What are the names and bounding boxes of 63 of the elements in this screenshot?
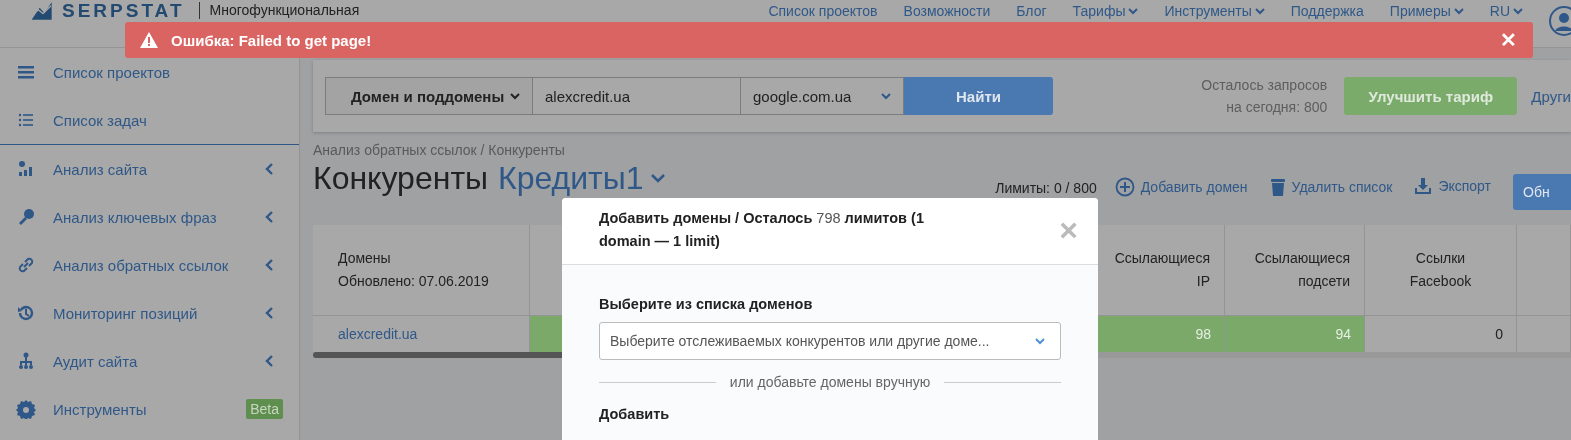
table-cell: 94 (1225, 315, 1365, 352)
nav-link[interactable]: Тарифы (1072, 3, 1139, 19)
updated-date: Обновлено: 07.06.2019 (338, 272, 490, 291)
sidebar-item[interactable]: Список проектов (0, 48, 299, 96)
sidebar-item[interactable]: Анализ ключевых фраз (0, 193, 299, 241)
refresh-button[interactable]: Обн (1513, 174, 1571, 210)
error-message: Ошибка: Failed to get page! (171, 31, 373, 49)
nav-link[interactable]: Примеры (1389, 3, 1464, 19)
engine-dropdown[interactable]: google.com.ua (741, 77, 904, 115)
domain-select[interactable]: Выберите отслеживаемых конкурентов или другие доме... (599, 322, 1061, 360)
caret-icon (881, 92, 891, 100)
action-link[interactable]: Экспорт (1414, 177, 1491, 195)
caret-icon (649, 173, 666, 183)
sidebar-item[interactable]: Анализ обратных ссылок (0, 241, 299, 289)
warning-icon (139, 31, 159, 49)
separator-text: или добавьте домены вручную (729, 374, 931, 390)
field-label: Выберите из списка доменов (599, 296, 814, 312)
sidebar-item[interactable]: Анализ сайта (0, 145, 299, 193)
add-icon (1114, 177, 1135, 197)
limits-text: Лимиты: 0 / 800 (995, 180, 1097, 196)
upgrade-button[interactable]: Улучшить тариф (1344, 77, 1518, 115)
close-button[interactable]: × (1059, 214, 1078, 246)
table-cell: 98 (1098, 315, 1225, 352)
close-button[interactable]: ✕ (1500, 28, 1517, 52)
trash-icon (1269, 177, 1286, 197)
action-link[interactable]: Добавить домен (1114, 177, 1248, 197)
sidebar-item[interactable]: Список задач (0, 96, 299, 144)
settings-icon (16, 399, 36, 419)
page-title: Конкуренты (313, 160, 489, 196)
column-header: Ссылки Facebook (1408, 249, 1473, 291)
sitemap-icon (16, 351, 36, 371)
column-header: Домены (338, 249, 392, 268)
download-icon (1414, 177, 1433, 195)
domain-link[interactable]: alexcredit.ua (338, 326, 418, 342)
avatar-icon[interactable] (1549, 6, 1571, 36)
nav-link[interactable]: RU (1489, 3, 1523, 19)
field-label: Добавить (599, 406, 671, 422)
quota-text: Осталось запросов на сегодня: 800 (1201, 76, 1328, 117)
nav-link[interactable]: Инструменты (1164, 3, 1265, 19)
nav-link[interactable]: Поддержка (1290, 3, 1364, 19)
search-button[interactable]: Найти (904, 77, 1053, 115)
action-link[interactable]: Удалить список (1269, 177, 1393, 197)
nav-link[interactable]: Возможности (903, 3, 991, 19)
caret-icon (1035, 337, 1045, 345)
domain-input[interactable]: alexcredit.ua (533, 77, 741, 115)
breadcrumb: Анализ обратных ссылок / Конкуренты (313, 142, 566, 160)
nav-link[interactable]: Блог (1016, 3, 1047, 19)
sidebar-item[interactable]: Инструменты Beta (0, 385, 299, 433)
list-dropdown[interactable]: Кредиты1 (498, 160, 666, 196)
tagline: Многофункциональная (198, 2, 360, 19)
beta-badge: Beta (246, 399, 283, 419)
column-header: Ссылающиеся IP (1113, 249, 1210, 291)
scope-dropdown[interactable]: Домен и поддомены (325, 77, 533, 115)
sidebar-item[interactable]: Мониторинг позиций (0, 289, 299, 337)
history-icon (16, 303, 36, 323)
logo-text[interactable]: SERPSTAT (62, 1, 185, 21)
caret-icon (510, 92, 520, 100)
column-header: Ссылающиеся подсети (1253, 249, 1350, 291)
more-link[interactable]: Други (1531, 87, 1571, 105)
link-icon (16, 255, 36, 275)
sidebar-item[interactable]: Аудит сайта (0, 337, 299, 385)
nav-link[interactable]: Список проектов (768, 3, 878, 19)
modal-title: Добавить домены / Осталось 798 лимитов (1 domain — 1 limit) (599, 209, 925, 251)
